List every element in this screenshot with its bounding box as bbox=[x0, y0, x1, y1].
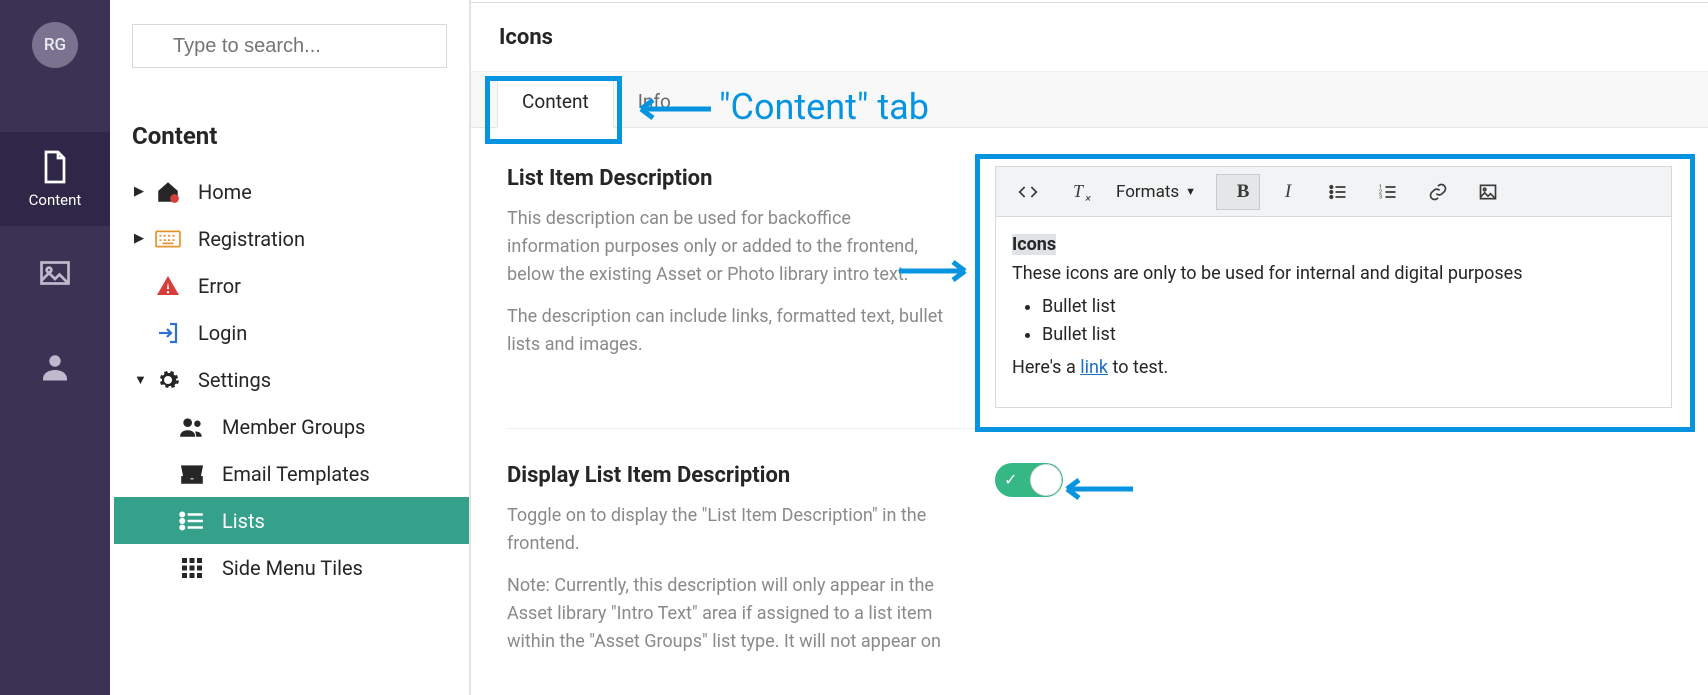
title-bar: Icons bbox=[471, 2, 1708, 72]
inbox-icon bbox=[176, 463, 208, 485]
formats-label: Formats bbox=[1116, 182, 1179, 202]
image-button[interactable] bbox=[1466, 174, 1510, 210]
login-icon bbox=[152, 321, 184, 345]
rte-paragraph: Here's a link to test. bbox=[1012, 354, 1655, 383]
keyboard-icon bbox=[152, 229, 184, 249]
tree-item-label: Login bbox=[198, 321, 247, 345]
tree-item-settings[interactable]: ▼ Settings bbox=[114, 356, 469, 403]
document-icon bbox=[37, 149, 73, 185]
ordered-list-button[interactable]: 123 bbox=[1366, 174, 1410, 210]
main-pane: Icons Content Info List Item Description… bbox=[470, 0, 1708, 695]
field-title: Display List Item Description bbox=[507, 463, 947, 488]
field-description: Note: Currently, this description will o… bbox=[507, 572, 947, 656]
tree-item-label: Email Templates bbox=[222, 462, 370, 486]
code-icon[interactable] bbox=[1006, 174, 1050, 210]
tree-item-member-groups[interactable]: Member Groups bbox=[114, 403, 469, 450]
field-list-item-description: List Item Description This description c… bbox=[507, 166, 1672, 408]
page-title: Icons bbox=[499, 25, 553, 50]
italic-button[interactable]: I bbox=[1266, 174, 1310, 210]
svg-text:3: 3 bbox=[1379, 194, 1382, 200]
tree-item-registration[interactable]: ▶ Registration bbox=[114, 215, 469, 262]
tree-item-label: Error bbox=[198, 274, 241, 298]
rail-item-label: Content bbox=[29, 191, 82, 209]
search-input[interactable] bbox=[132, 24, 447, 68]
rte-bullet: Bullet list bbox=[1042, 293, 1655, 322]
app-root: RG Content Content ▶ bbox=[0, 0, 1708, 695]
field-title: List Item Description bbox=[507, 166, 947, 191]
tree-item-side-menu-tiles[interactable]: Side Menu Tiles bbox=[114, 544, 469, 591]
tree-item-label: Lists bbox=[222, 509, 265, 533]
field-description: This description can be used for backoff… bbox=[507, 205, 947, 289]
link-button[interactable] bbox=[1416, 174, 1460, 210]
rte-toolbar: T× Formats ▼ B I bbox=[996, 167, 1671, 217]
tree-item-home[interactable]: ▶ Home bbox=[114, 168, 469, 215]
grid-icon bbox=[176, 556, 208, 580]
sidebar-title: Content bbox=[110, 80, 469, 168]
caret-down-icon: ▼ bbox=[134, 372, 146, 388]
home-icon bbox=[152, 179, 184, 205]
members-icon bbox=[176, 416, 208, 438]
tree-item-label: Member Groups bbox=[222, 415, 365, 439]
warning-icon bbox=[152, 274, 184, 298]
bullet-list-button[interactable] bbox=[1316, 174, 1360, 210]
tab-content[interactable]: Content bbox=[497, 77, 614, 128]
toggle-switch[interactable]: ✓ bbox=[995, 463, 1063, 497]
avatar[interactable]: RG bbox=[32, 22, 78, 68]
icon-rail: RG Content bbox=[0, 0, 110, 695]
chevron-down-icon: ▼ bbox=[1185, 185, 1196, 198]
tree-item-label: Settings bbox=[198, 368, 271, 392]
rich-text-editor: T× Formats ▼ B I bbox=[995, 166, 1672, 408]
tab-info[interactable]: Info bbox=[614, 78, 695, 127]
caret-icon: ▶ bbox=[134, 231, 146, 246]
rte-bullet: Bullet list bbox=[1042, 321, 1655, 350]
list-icon bbox=[176, 510, 208, 532]
rail-item-media[interactable] bbox=[0, 226, 110, 320]
tree-item-email-templates[interactable]: Email Templates bbox=[114, 450, 469, 497]
rte-link[interactable]: link bbox=[1080, 357, 1108, 378]
content-tree: ▶ Home ▶ Registration Error bbox=[110, 168, 469, 591]
tree-item-login[interactable]: Login bbox=[114, 309, 469, 356]
field-description: Toggle on to display the "List Item Desc… bbox=[507, 502, 947, 558]
image-icon bbox=[37, 255, 73, 291]
bold-button[interactable]: B bbox=[1216, 174, 1260, 210]
caret-icon: ▶ bbox=[134, 184, 146, 199]
tree-item-label: Home bbox=[198, 180, 252, 204]
clear-format-icon[interactable]: T× bbox=[1056, 174, 1100, 210]
gear-icon bbox=[152, 368, 184, 392]
rte-paragraph: These icons are only to be used for inte… bbox=[1012, 260, 1655, 289]
tree-item-label: Registration bbox=[198, 227, 305, 251]
sidebar: Content ▶ Home ▶ Registration bbox=[110, 0, 470, 695]
field-description: The description can include links, forma… bbox=[507, 303, 947, 359]
rail-item-users[interactable] bbox=[0, 320, 110, 414]
tree-item-label: Side Menu Tiles bbox=[222, 556, 363, 580]
field-display-list-item-description: Display List Item Description Toggle on … bbox=[507, 428, 1672, 669]
rte-content-area[interactable]: Icons These icons are only to be used fo… bbox=[996, 217, 1671, 407]
formats-dropdown[interactable]: Formats ▼ bbox=[1106, 182, 1206, 202]
user-icon bbox=[37, 349, 73, 385]
rte-heading: Icons bbox=[1012, 234, 1056, 255]
tab-bar: Content Info bbox=[471, 72, 1708, 128]
rail-item-content[interactable]: Content bbox=[0, 132, 110, 226]
tree-item-error[interactable]: Error bbox=[114, 262, 469, 309]
check-icon: ✓ bbox=[1004, 470, 1017, 489]
toggle-knob bbox=[1031, 465, 1061, 495]
tree-item-lists[interactable]: Lists bbox=[114, 497, 469, 544]
content-body: List Item Description This description c… bbox=[471, 128, 1708, 695]
